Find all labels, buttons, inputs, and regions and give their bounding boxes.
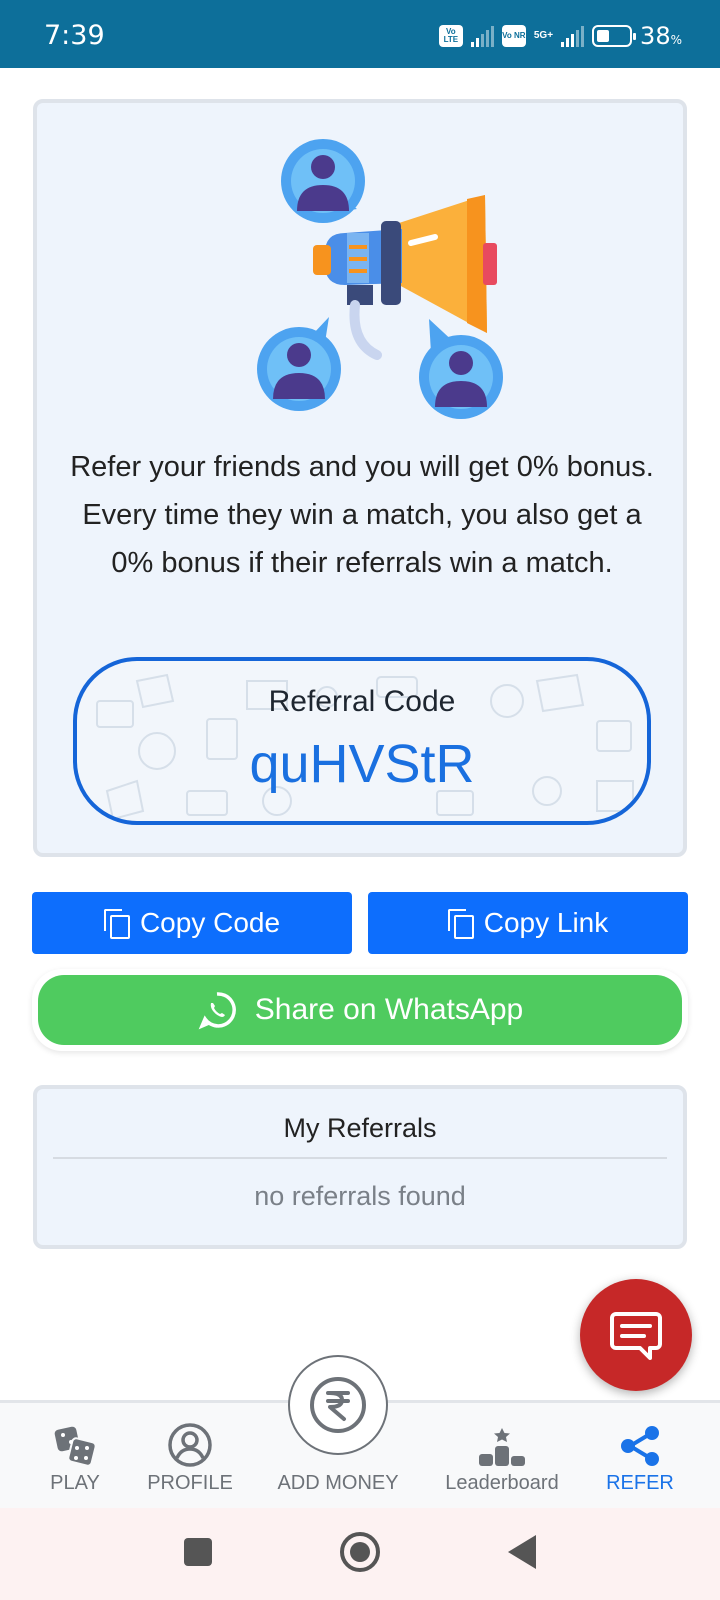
signal-icon [470,25,494,47]
referral-code-value[interactable]: quHVStR [77,733,647,795]
whatsapp-icon [198,992,236,1030]
referral-description: Refer your friends and you will get 0% b… [70,451,654,579]
recents-button[interactable] [184,1538,212,1566]
network-type: 5G+ [533,30,554,41]
copy-icon [103,909,130,939]
nav-profile[interactable]: PROFILE [142,1403,238,1511]
home-button[interactable] [340,1532,380,1572]
share-whatsapp-button[interactable]: Share on WhatsApp [38,975,682,1045]
nav-play[interactable]: PLAY [28,1403,122,1511]
nav-leaderboard[interactable]: Leaderboard [440,1403,564,1511]
volte-icon: Vo LTE [438,25,463,47]
nav-add-money-label: ADD MONEY [277,1472,399,1494]
status-bar: 7:39 Vo LTE Vo NR 5G+ 38% [0,0,720,68]
megaphone-illustration [257,139,503,419]
share-whatsapp-label: Share on WhatsApp [254,993,524,1026]
copy-link-label: Copy Link [483,907,609,938]
status-time: 7:39 [44,20,105,51]
nav-leaderboard-label: Leaderboard [445,1472,559,1494]
my-referrals-title: My Referrals [283,1113,437,1143]
nav-refer[interactable]: REFER [596,1403,684,1511]
my-referrals-card: My Referrals no referrals found [33,1085,687,1249]
nav-play-label: PLAY [50,1472,100,1494]
nav-profile-label: PROFILE [147,1472,233,1494]
referral-code-box[interactable]: Referral Code quHVStR [73,657,651,825]
signal-icon-2 [561,25,585,47]
share-icon [621,1426,659,1466]
divider [53,1157,667,1159]
person-bubble-icon [419,319,503,419]
user-circle-icon [168,1423,212,1467]
system-navigation-bar [0,1508,720,1600]
person-bubble-icon [281,139,365,223]
battery-percent: 38% [640,22,682,50]
nav-refer-label: REFER [606,1472,674,1494]
chat-support-button[interactable] [580,1279,692,1391]
copy-code-button[interactable]: Copy Code [32,892,352,954]
copy-code-label: Copy Code [139,907,281,938]
person-bubble-icon [257,317,341,411]
dice-icon [54,1426,97,1467]
podium-icon [479,1428,525,1466]
vonr-icon: Vo NR [501,25,526,47]
add-money-button[interactable] [288,1355,388,1455]
rupee-icon [310,1377,366,1433]
chat-icon [610,1312,662,1360]
copy-link-button[interactable]: Copy Link [368,892,688,954]
referral-card: Refer your friends and you will get 0% b… [33,99,687,857]
status-icons: Vo LTE Vo NR 5G+ 38% [438,22,682,50]
battery-icon [592,25,637,47]
referral-code-label: Referral Code [268,685,456,718]
copy-icon [447,909,474,939]
no-referrals-text: no referrals found [254,1181,466,1211]
back-button[interactable] [508,1535,536,1569]
whatsapp-share-container: Share on WhatsApp [32,969,688,1051]
